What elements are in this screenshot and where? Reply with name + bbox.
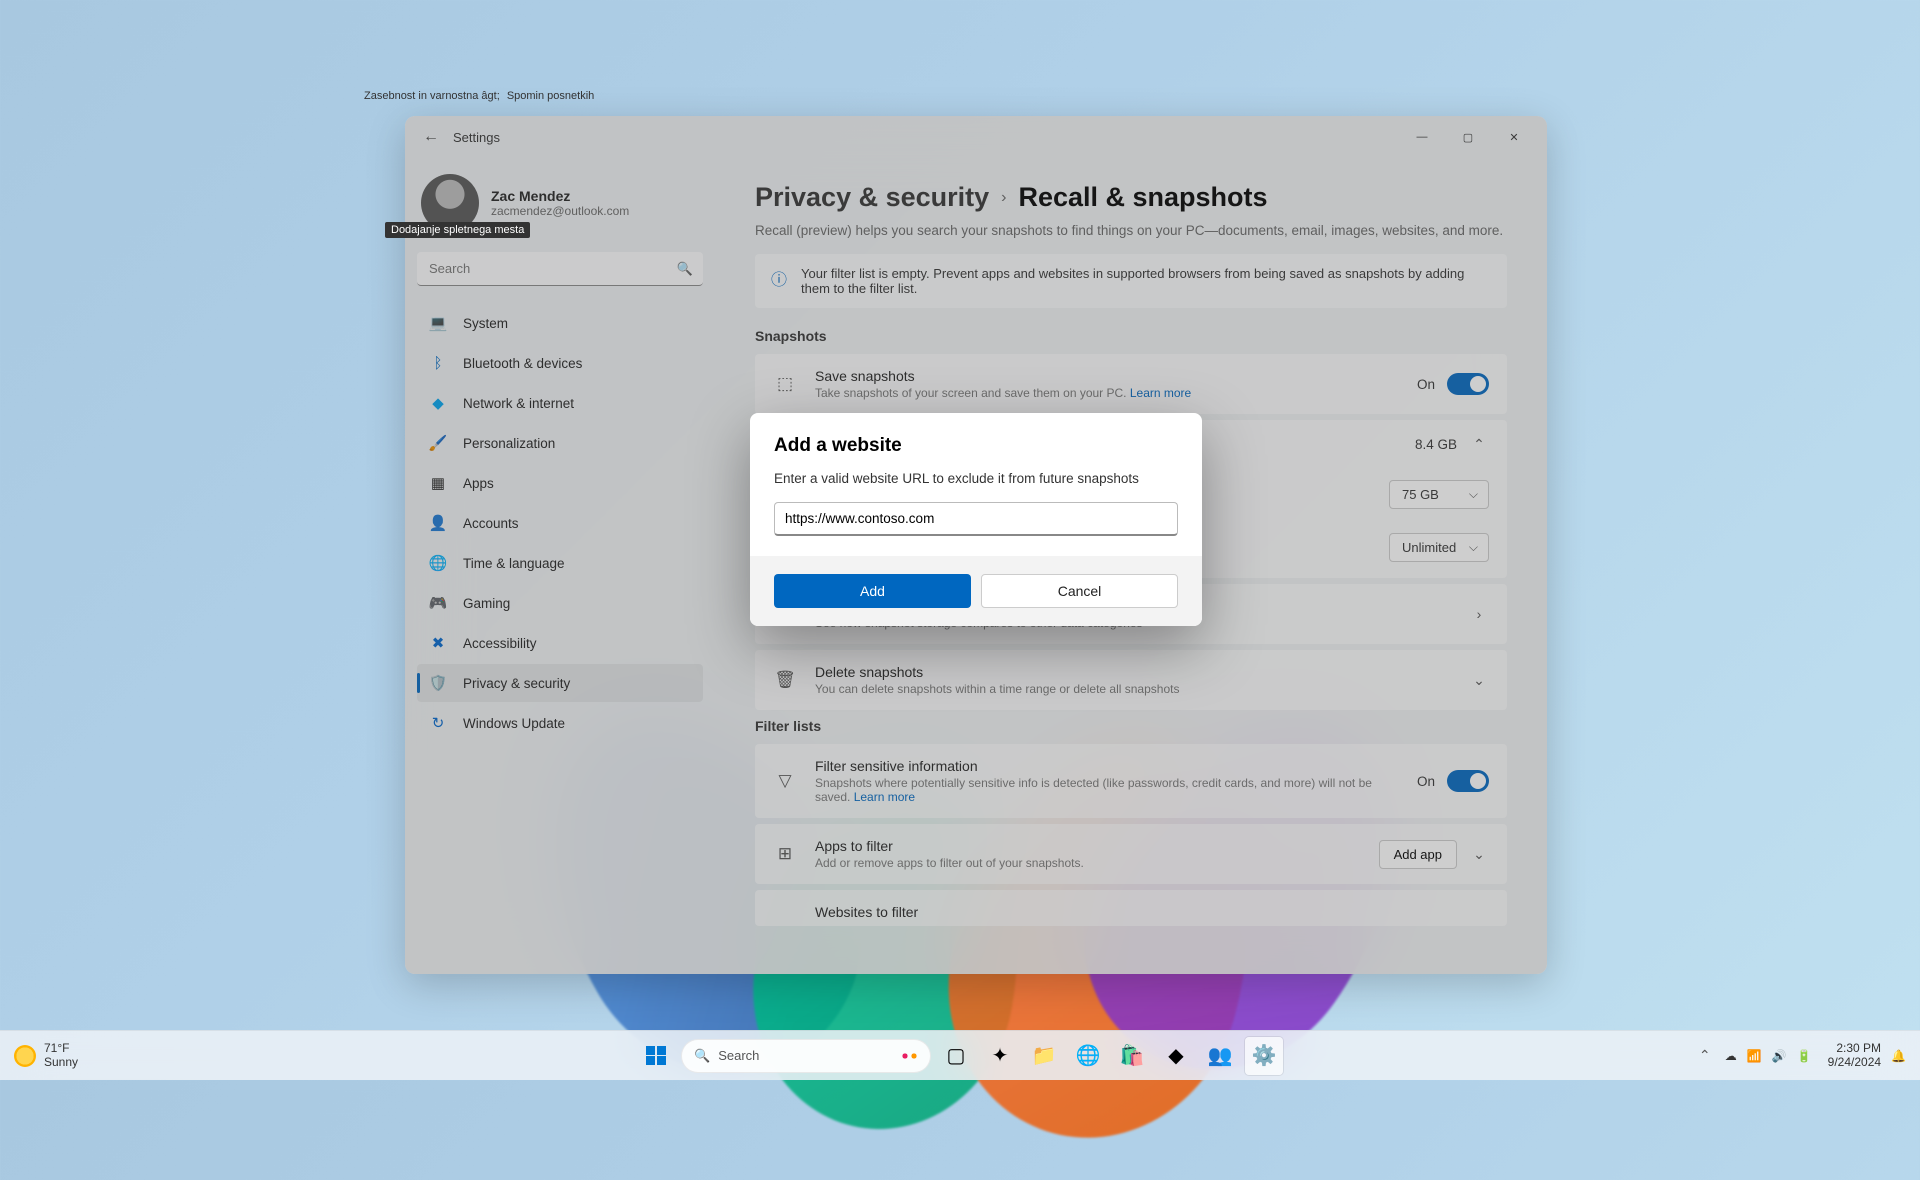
tooltip-add-website: Dodajanje spletnega mesta bbox=[385, 222, 530, 238]
tray-chevron-icon[interactable]: ⌃ bbox=[1695, 1047, 1715, 1064]
weather-cond: Sunny bbox=[44, 1056, 78, 1070]
store-button[interactable]: 🛍️ bbox=[1113, 1037, 1151, 1075]
taskbar-time: 2:30 PM bbox=[1828, 1042, 1881, 1056]
wifi-tray-icon[interactable]: 📶 bbox=[1747, 1049, 1762, 1063]
notifications-icon[interactable]: 🔔 bbox=[1891, 1049, 1906, 1063]
taskview-button[interactable]: ▢ bbox=[937, 1037, 975, 1075]
breadcrumb-overlay: Zasebnost in varnostna âgt; Spomin posne… bbox=[364, 90, 594, 102]
dialog-desc: Enter a valid website URL to exclude it … bbox=[774, 471, 1178, 486]
taskbar-date: 9/24/2024 bbox=[1828, 1056, 1881, 1070]
weather-temp: 71°F bbox=[44, 1042, 78, 1056]
breadcrumb-right: Spomin posnetkih bbox=[507, 90, 594, 102]
sun-icon bbox=[14, 1045, 36, 1067]
dialog-title: Add a website bbox=[774, 435, 1178, 457]
battery-icon[interactable]: 🔋 bbox=[1797, 1049, 1812, 1063]
start-button[interactable] bbox=[637, 1037, 675, 1075]
onedrive-icon[interactable]: ☁ bbox=[1725, 1049, 1737, 1063]
teams-button[interactable]: 👥 bbox=[1201, 1037, 1239, 1075]
windows-icon bbox=[646, 1046, 666, 1066]
copilot-button[interactable]: ✦ bbox=[981, 1037, 1019, 1075]
add-button[interactable]: Add bbox=[774, 574, 971, 608]
explorer-button[interactable]: 📁 bbox=[1025, 1037, 1063, 1075]
taskbar-search[interactable]: 🔍 Search bbox=[681, 1039, 931, 1073]
settings-taskbar-button[interactable]: ⚙️ bbox=[1245, 1037, 1283, 1075]
website-url-input[interactable] bbox=[774, 502, 1178, 536]
system-tray[interactable]: ☁ 📶 🔊 🔋 bbox=[1725, 1049, 1812, 1063]
taskbar: 71°F Sunny 🔍 Search ▢ ✦ 📁 🌐 🛍️ ◆ 👥 ⚙️ ⌃ … bbox=[0, 1030, 1920, 1080]
volume-icon[interactable]: 🔊 bbox=[1772, 1049, 1787, 1063]
taskbar-search-placeholder: Search bbox=[718, 1048, 759, 1063]
add-website-dialog: Add a website Enter a valid website URL … bbox=[750, 413, 1202, 626]
edge-button[interactable]: 🌐 bbox=[1069, 1037, 1107, 1075]
cancel-button[interactable]: Cancel bbox=[981, 574, 1178, 608]
breadcrumb-left: Zasebnost in varnostna âgt; bbox=[364, 90, 500, 102]
taskbar-clock[interactable]: 2:30 PM 9/24/2024 bbox=[1828, 1042, 1881, 1070]
taskbar-weather[interactable]: 71°F Sunny bbox=[14, 1042, 78, 1070]
search-icon: 🔍 bbox=[694, 1048, 710, 1064]
search-highlight-icon bbox=[896, 1047, 922, 1065]
app- button-1[interactable]: ◆ bbox=[1157, 1037, 1195, 1075]
